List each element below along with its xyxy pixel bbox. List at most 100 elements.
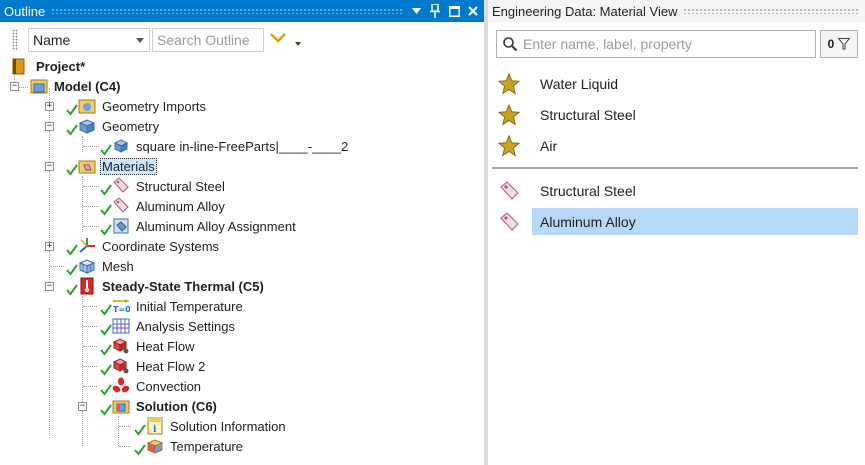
material-search-placeholder: Enter name, label, property bbox=[523, 36, 692, 52]
collapse-toggle[interactable]: − bbox=[45, 162, 54, 171]
geometry-icon bbox=[78, 119, 96, 134]
check-icon bbox=[100, 344, 112, 356]
material-view-title: Engineering Data: Material View bbox=[492, 3, 678, 19]
expand-chevron-icon[interactable] bbox=[270, 33, 286, 43]
model-material-label: Aluminum Alloy bbox=[540, 213, 636, 230]
initial-temperature-icon: T=0 bbox=[113, 299, 130, 314]
outline-toolbar: Name Search Outline bbox=[0, 26, 484, 54]
pin-icon[interactable] bbox=[427, 3, 443, 19]
mesh-icon bbox=[78, 259, 96, 274]
tree-label-aluminum-alloy: Aluminum Alloy bbox=[136, 198, 225, 214]
small-dropdown-icon[interactable] bbox=[295, 42, 301, 46]
tree-label-coordinate-systems: Coordinate Systems bbox=[102, 238, 220, 254]
name-filter-select[interactable]: Name bbox=[28, 28, 150, 52]
dropdown-arrow-icon[interactable] bbox=[408, 3, 424, 19]
star-icon bbox=[498, 104, 520, 126]
filter-count: 0 bbox=[827, 37, 835, 51]
heat-flow-icon bbox=[112, 338, 129, 354]
search-outline-input[interactable]: Search Outline bbox=[152, 28, 264, 52]
favorite-material-label: Air bbox=[540, 137, 558, 154]
expand-toggle[interactable]: + bbox=[45, 242, 54, 251]
convection-fan-icon bbox=[112, 377, 130, 393]
tree-label-initial-temperature: Initial Temperature bbox=[136, 298, 243, 314]
check-icon bbox=[134, 444, 146, 456]
tree-label-structural-steel: Structural Steel bbox=[136, 178, 225, 194]
check-icon bbox=[100, 144, 112, 156]
tree-label-materials: Materials bbox=[100, 157, 157, 175]
check-icon bbox=[66, 164, 78, 176]
tree-label-mesh: Mesh bbox=[102, 258, 134, 274]
outline-panel: Outline Name Search Outline Project* − M… bbox=[0, 0, 484, 465]
tree-label-assignment: Aluminum Alloy Assignment bbox=[136, 218, 296, 234]
solution-information-icon-text: i bbox=[153, 425, 157, 435]
check-icon bbox=[100, 364, 112, 376]
tree-label-model: Model (C4) bbox=[54, 78, 121, 94]
titlebar-grip[interactable] bbox=[683, 8, 859, 14]
check-icon bbox=[100, 224, 112, 236]
toolbar-grip[interactable] bbox=[12, 29, 18, 51]
material-search-input[interactable]: Enter name, label, property bbox=[496, 30, 816, 58]
collapse-toggle[interactable]: − bbox=[78, 402, 87, 411]
favorite-material-label: Water Liquid bbox=[540, 75, 619, 92]
thermometer-icon bbox=[80, 277, 94, 295]
geometry-imports-icon bbox=[78, 99, 96, 114]
titlebar-grip[interactable] bbox=[51, 8, 402, 14]
tree-label-geometry-imports: Geometry Imports bbox=[102, 98, 207, 114]
material-tag-icon bbox=[500, 181, 519, 200]
tree-label-heat-flow-2: Heat Flow 2 bbox=[136, 358, 206, 374]
tree-label-steady-state-thermal: Steady-State Thermal (C5) bbox=[102, 278, 264, 294]
favorite-material-row[interactable]: Air bbox=[488, 132, 859, 159]
outline-title: Outline bbox=[4, 3, 46, 19]
material-tag-icon bbox=[113, 197, 129, 213]
filter-funnel-icon bbox=[838, 38, 851, 50]
section-divider bbox=[492, 167, 858, 169]
model-material-label: Structural Steel bbox=[540, 182, 636, 199]
tree-label-convection: Convection bbox=[136, 378, 202, 394]
tree-label-heat-flow: Heat Flow bbox=[136, 338, 195, 354]
check-icon bbox=[66, 284, 78, 296]
tree-label-solution: Solution (C6) bbox=[136, 398, 217, 414]
check-icon bbox=[66, 244, 78, 256]
chevron-down-icon bbox=[136, 38, 144, 43]
check-icon bbox=[100, 384, 112, 396]
model-material-row[interactable]: Structural Steel bbox=[488, 177, 859, 204]
search-outline-placeholder: Search Outline bbox=[157, 32, 250, 48]
material-tag-icon bbox=[500, 212, 519, 231]
star-icon bbox=[498, 135, 520, 157]
collapse-toggle[interactable]: − bbox=[10, 82, 19, 91]
materials-folder-icon bbox=[78, 160, 96, 174]
tree-label-analysis-settings: Analysis Settings bbox=[136, 318, 235, 334]
initial-temperature-icon-text: T=0 bbox=[113, 305, 130, 314]
search-icon bbox=[503, 37, 517, 51]
project-book-icon bbox=[12, 58, 25, 75]
check-icon bbox=[134, 424, 146, 436]
check-icon bbox=[66, 104, 78, 116]
solution-icon bbox=[112, 400, 130, 414]
collapse-toggle[interactable]: − bbox=[45, 282, 54, 291]
favorite-material-row[interactable]: Structural Steel bbox=[488, 101, 859, 128]
check-icon bbox=[66, 124, 78, 136]
check-icon bbox=[100, 204, 112, 216]
material-assignment-icon bbox=[113, 218, 129, 234]
model-icon bbox=[30, 79, 48, 94]
tree-label-temperature: Temperature bbox=[170, 438, 243, 454]
material-tag-icon bbox=[113, 177, 129, 193]
tree-label-part: square in-line-FreeParts|____-____2 bbox=[136, 138, 349, 154]
check-icon bbox=[66, 264, 78, 276]
tree-label-solution-information: Solution Information bbox=[170, 418, 286, 434]
favorite-material-row[interactable]: Water Liquid bbox=[488, 70, 859, 97]
part-cube-icon bbox=[113, 139, 129, 153]
check-icon bbox=[100, 184, 112, 196]
close-icon[interactable] bbox=[465, 3, 481, 19]
filter-button[interactable]: 0 bbox=[820, 30, 858, 58]
material-view-panel: Engineering Data: Material View Enter na… bbox=[488, 0, 865, 465]
tree-label-project: Project* bbox=[36, 58, 86, 74]
analysis-settings-icon bbox=[112, 318, 130, 334]
material-view-titlebar: Engineering Data: Material View bbox=[488, 0, 865, 22]
model-material-row-selected[interactable]: Aluminum Alloy bbox=[532, 208, 858, 235]
maximize-icon[interactable] bbox=[446, 3, 462, 19]
temperature-result-icon bbox=[146, 439, 164, 454]
collapse-toggle[interactable]: − bbox=[45, 122, 54, 131]
expand-toggle[interactable]: + bbox=[45, 102, 54, 111]
name-filter-value: Name bbox=[33, 32, 71, 48]
